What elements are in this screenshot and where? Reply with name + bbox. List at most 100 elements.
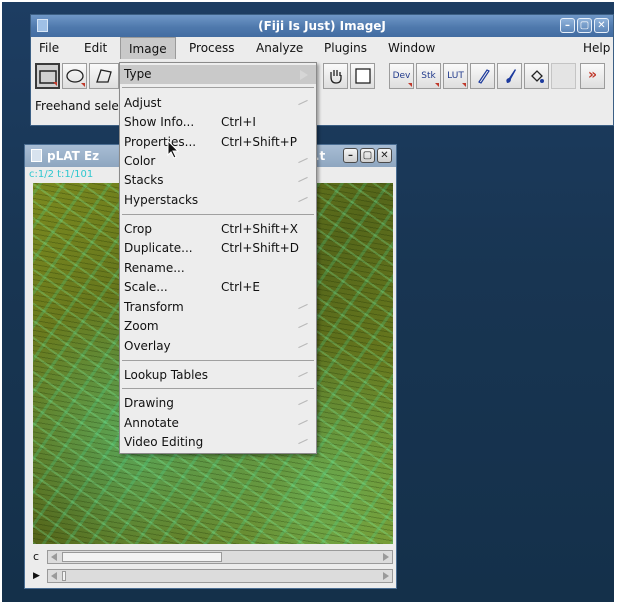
dev-label: Dev — [392, 71, 411, 81]
menu-image[interactable]: Image — [120, 37, 176, 59]
brush-icon — [505, 69, 516, 83]
polygon-icon — [96, 69, 112, 83]
image-window-icon — [31, 149, 42, 162]
menu-item-hyperstacks[interactable]: Hyperstacks — [120, 191, 316, 210]
menu-item-label: Properties... — [124, 135, 197, 149]
lut-label: LUT — [447, 71, 464, 81]
imagej-main-window: (Fiji Is Just) ImageJ – ▢ ✕ File Edit Im… — [30, 14, 614, 126]
menu-item-label: Drawing — [124, 396, 174, 410]
time-scrollbar[interactable] — [47, 569, 393, 583]
menu-item-crop[interactable]: Crop Ctrl+Shift+X — [120, 220, 316, 239]
menu-item-label: Video Editing — [124, 435, 204, 449]
menu-process[interactable]: Process — [189, 41, 235, 55]
submenu-arrow-icon — [298, 176, 308, 183]
submenu-arrow-icon — [298, 322, 308, 329]
menu-item-duplicate[interactable]: Duplicate... Ctrl+Shift+D — [120, 239, 316, 258]
menu-item-transform[interactable]: Transform — [120, 298, 316, 317]
menu-separator — [122, 87, 314, 88]
channel-label: c — [33, 550, 40, 563]
menu-item-label: Show Info... — [124, 115, 195, 129]
minimize-icon[interactable]: – — [343, 148, 358, 163]
menu-item-type[interactable]: Type — [120, 65, 316, 84]
menu-item-stacks[interactable]: Stacks — [120, 171, 316, 190]
image-info-line: c:1/2 t:1/101 — [29, 169, 94, 180]
hand-tool[interactable] — [323, 63, 348, 89]
time-slider-row: ▶ — [33, 569, 393, 583]
color-picker-icon — [354, 68, 371, 84]
scroll-left-icon[interactable] — [51, 553, 57, 561]
more-tools-icon[interactable]: » — [580, 63, 605, 89]
hand-icon — [329, 70, 342, 84]
close-icon[interactable]: ✕ — [594, 18, 609, 33]
mouse-pointer-icon — [167, 140, 180, 159]
menu-item-label: Duplicate... — [124, 241, 193, 255]
maximize-icon[interactable]: ▢ — [360, 148, 375, 163]
menu-item-label: Adjust — [124, 96, 162, 110]
polygon-tool[interactable] — [89, 63, 119, 89]
channel-slider-row: c — [33, 550, 393, 564]
menu-item-label: Crop — [124, 222, 153, 236]
menu-item-video-editing[interactable]: Video Editing — [120, 433, 316, 452]
status-text: Freehand sele — [35, 99, 119, 113]
time-scroll-thumb[interactable] — [62, 571, 66, 581]
dev-tool[interactable]: Dev — [389, 63, 414, 89]
play-icon[interactable]: ▶ — [33, 569, 40, 583]
maximize-icon[interactable]: ▢ — [577, 18, 592, 33]
scroll-right-icon[interactable] — [383, 553, 389, 561]
menu-item-shortcut: Ctrl+Shift+X — [221, 222, 298, 236]
image-dropdown-menu: Type Adjust Show Info... Ctrl+I Properti… — [119, 62, 317, 454]
menu-edit[interactable]: Edit — [84, 41, 107, 55]
brush-tool[interactable] — [497, 63, 522, 89]
color-picker-tool[interactable] — [350, 63, 375, 89]
menu-item-label: Stacks — [124, 173, 164, 187]
menu-separator — [122, 388, 314, 389]
menu-item-label: Annotate — [124, 416, 179, 430]
menu-item-properties[interactable]: Properties... Ctrl+Shift+P — [120, 133, 316, 152]
menu-file[interactable]: File — [39, 41, 59, 55]
flood-fill-tool[interactable] — [524, 63, 549, 89]
channel-scrollbar[interactable] — [47, 550, 393, 564]
channel-scroll-thumb[interactable] — [62, 552, 222, 562]
rectangle-tool[interactable] — [35, 63, 60, 89]
menu-item-label: Color — [124, 154, 156, 168]
menu-item-label: Transform — [124, 300, 184, 314]
stk-tool[interactable]: Stk — [416, 63, 441, 89]
scroll-right-icon[interactable] — [383, 572, 389, 580]
close-icon[interactable]: ✕ — [377, 148, 392, 163]
submenu-arrow-icon — [298, 399, 308, 406]
submenu-arrow-icon — [298, 371, 308, 378]
oval-tool[interactable] — [62, 63, 87, 89]
flood-fill-icon — [530, 70, 544, 83]
menu-separator — [122, 360, 314, 361]
minimize-icon[interactable]: – — [560, 18, 575, 33]
menu-bar: File Edit Image Process Analyze Plugins … — [31, 37, 613, 59]
menu-item-color[interactable]: Color — [120, 152, 316, 171]
menu-item-show-info[interactable]: Show Info... Ctrl+I — [120, 113, 316, 132]
menu-item-adjust[interactable]: Adjust — [120, 94, 316, 113]
menu-item-overlay[interactable]: Overlay — [120, 337, 316, 356]
menu-item-label: Lookup Tables — [124, 368, 209, 382]
menu-item-annotate[interactable]: Annotate — [120, 414, 316, 433]
scroll-left-icon[interactable] — [51, 572, 57, 580]
submenu-arrow-icon — [298, 419, 308, 426]
menu-item-label: Rename... — [124, 261, 185, 275]
menu-item-drawing[interactable]: Drawing — [120, 394, 316, 413]
menu-analyze[interactable]: Analyze — [256, 41, 303, 55]
stk-label: Stk — [421, 71, 436, 81]
submenu-arrow-icon — [300, 70, 308, 80]
main-titlebar[interactable]: (Fiji Is Just) ImageJ – ▢ ✕ — [31, 15, 613, 37]
menu-item-lookup-tables[interactable]: Lookup Tables — [120, 366, 316, 385]
lut-tool[interactable]: LUT — [443, 63, 468, 89]
submenu-arrow-icon — [298, 342, 308, 349]
submenu-arrow-icon — [298, 438, 308, 445]
submenu-arrow-icon — [298, 196, 308, 203]
menu-help[interactable]: Help — [583, 41, 610, 55]
menu-item-zoom[interactable]: Zoom — [120, 317, 316, 336]
menu-separator — [122, 214, 314, 215]
menu-plugins[interactable]: Plugins — [324, 41, 367, 55]
menu-item-rename[interactable]: Rename... — [120, 259, 316, 278]
menu-item-scale[interactable]: Scale... Ctrl+E — [120, 278, 316, 297]
submenu-arrow-icon — [298, 157, 308, 164]
menu-window[interactable]: Window — [388, 41, 435, 55]
pencil-tool[interactable] — [470, 63, 495, 89]
